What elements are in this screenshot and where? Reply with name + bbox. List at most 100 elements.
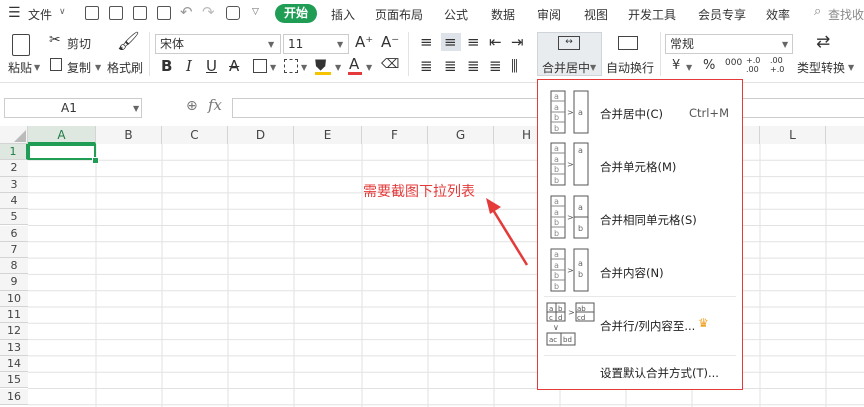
print-preview-icon[interactable] xyxy=(157,6,171,20)
align-top-icon[interactable]: ≡ xyxy=(420,33,433,51)
font-name-dropdown-icon[interactable]: ▼ xyxy=(268,40,274,49)
font-name-select[interactable]: 宋体 xyxy=(155,34,281,54)
type-convert-dropdown-icon[interactable]: ▼ xyxy=(848,63,854,72)
fill-handle[interactable] xyxy=(92,157,99,164)
redo-icon[interactable]: ↷ xyxy=(202,3,215,21)
row-header-13[interactable]: 13 xyxy=(0,339,28,356)
increase-decimal-button[interactable]: +.0 .00 xyxy=(746,56,766,74)
tab-efficiency[interactable]: 效率 xyxy=(766,6,790,23)
column-header-a[interactable]: A xyxy=(28,126,96,144)
increase-font-icon[interactable]: A⁺ xyxy=(355,33,373,51)
justify-icon[interactable]: ≣ xyxy=(489,57,502,75)
hamburger-menu-icon[interactable]: ☰ xyxy=(8,5,21,21)
type-convert-icon[interactable]: ⇄ xyxy=(816,32,830,52)
decrease-font-icon[interactable]: A⁻ xyxy=(381,33,399,51)
wrap-text-button[interactable]: 自动换行 xyxy=(606,59,654,76)
thousands-button[interactable]: 000 xyxy=(725,58,742,68)
search-label[interactable]: 查找收 xyxy=(828,6,864,23)
column-header-b[interactable]: B xyxy=(96,126,162,144)
align-middle-icon[interactable]: ≡ xyxy=(444,33,457,51)
column-header-f[interactable]: F xyxy=(362,126,428,144)
align-center-icon[interactable]: ≣ xyxy=(444,57,457,75)
copy-button[interactable]: 复制 xyxy=(67,59,91,76)
zoom-icon[interactable]: ⊕ xyxy=(186,98,198,114)
active-cell-a1[interactable] xyxy=(28,144,96,160)
cut-button[interactable]: 剪切 xyxy=(67,35,91,52)
align-bottom-icon[interactable]: ≡ xyxy=(467,33,480,51)
copy-icon[interactable] xyxy=(50,58,62,71)
print-icon[interactable] xyxy=(133,6,147,20)
font-color-icon[interactable]: A xyxy=(349,55,359,73)
name-box-dropdown-icon[interactable]: ▼ xyxy=(133,104,139,113)
quick-access-more-icon[interactable]: ▽ xyxy=(252,7,259,17)
border-dropdown-icon[interactable]: ▼ xyxy=(270,63,276,72)
fill-color-dropdown-icon[interactable]: ▼ xyxy=(335,63,341,72)
underline-icon[interactable]: U xyxy=(206,57,217,75)
row-header-8[interactable]: 8 xyxy=(0,258,28,275)
merge-dropdown-icon[interactable]: ▼ xyxy=(590,63,596,72)
tab-home[interactable]: 开始 xyxy=(275,4,317,23)
row-header-7[interactable]: 7 xyxy=(0,241,28,259)
percent-button[interactable]: % xyxy=(703,58,715,73)
row-header-16[interactable]: 16 xyxy=(0,388,28,405)
font-color-dropdown-icon[interactable]: ▼ xyxy=(366,63,372,72)
cell-style-icon[interactable] xyxy=(284,59,298,73)
menu-item-merge-cells[interactable]: aabb > a 合并单元格(M) xyxy=(538,138,741,191)
border-icon[interactable] xyxy=(253,59,267,73)
tab-page-layout[interactable]: 页面布局 xyxy=(375,6,423,23)
row-header-10[interactable]: 10 xyxy=(0,290,28,307)
export-icon[interactable] xyxy=(109,6,123,20)
number-format-select[interactable]: 常规 xyxy=(665,34,793,54)
distributed-icon[interactable]: ⫼ xyxy=(511,57,518,75)
copy-dropdown-icon[interactable]: ▼ xyxy=(95,63,101,72)
format-painter-icon[interactable]: 🖌 xyxy=(117,31,140,52)
column-header-c[interactable]: C xyxy=(162,126,228,144)
undo-icon[interactable]: ↶ xyxy=(180,3,193,21)
row-header-3[interactable]: 3 xyxy=(0,176,28,193)
paste-button[interactable]: 粘贴 xyxy=(8,59,32,76)
italic-icon[interactable]: I xyxy=(186,57,192,75)
currency-button[interactable]: ¥ xyxy=(672,58,680,73)
menu-item-merge-same-cells[interactable]: aabb > ab 合并相同单元格(S) xyxy=(538,191,741,244)
align-right-icon[interactable]: ≣ xyxy=(467,57,480,75)
tab-formula[interactable]: 公式 xyxy=(444,6,468,23)
tab-member[interactable]: 会员专享 xyxy=(698,6,746,23)
bold-icon[interactable]: B xyxy=(161,57,172,75)
paste-dropdown-icon[interactable]: ▼ xyxy=(34,63,40,72)
row-header-14[interactable]: 14 xyxy=(0,355,28,373)
row-header-2[interactable]: 2 xyxy=(0,160,28,177)
decrease-decimal-button[interactable]: .00 +.0 xyxy=(770,56,790,74)
type-convert-button[interactable]: 类型转换 xyxy=(797,59,845,76)
row-header-11[interactable]: 11 xyxy=(0,307,28,324)
tab-developer[interactable]: 开发工具 xyxy=(628,6,676,23)
menu-item-default-merge[interactable]: 设置默认合并方式(T)... xyxy=(538,358,741,386)
fx-icon[interactable]: fx xyxy=(208,96,222,114)
save-icon[interactable] xyxy=(85,6,99,20)
clear-format-icon[interactable]: ⌫ xyxy=(381,57,399,72)
menu-item-merge-row-col-content[interactable]: abcd > ab cd ∨ ac bd 合并行/列内容至... ♛ xyxy=(538,300,741,350)
menu-item-merge-center[interactable]: aabb > a 合并居中(C) Ctrl+M xyxy=(538,88,741,138)
indent-decrease-icon[interactable]: ⇤ xyxy=(489,33,502,51)
tab-review[interactable]: 审阅 xyxy=(537,6,561,23)
wrap-text-icon[interactable] xyxy=(618,36,638,50)
row-header-12[interactable]: 12 xyxy=(0,323,28,340)
column-header-d[interactable]: D xyxy=(228,126,294,144)
currency-dropdown-icon[interactable]: ▼ xyxy=(686,63,692,72)
camera-icon[interactable] xyxy=(226,6,240,20)
column-header-e[interactable]: E xyxy=(294,126,362,144)
font-size-dropdown-icon[interactable]: ▼ xyxy=(337,40,343,49)
name-box[interactable]: A1 ▼ xyxy=(4,98,142,118)
search-icon[interactable]: ⌕ xyxy=(814,4,821,19)
column-header-g[interactable]: G xyxy=(428,126,494,144)
row-header-6[interactable]: 6 xyxy=(0,225,28,242)
cell-style-dropdown-icon[interactable]: ▼ xyxy=(301,63,307,72)
scissors-icon[interactable]: ✂ xyxy=(49,32,61,48)
chevron-down-icon[interactable]: ∨ xyxy=(59,7,66,17)
row-header-15[interactable]: 15 xyxy=(0,372,28,389)
row-header-4[interactable]: 4 xyxy=(0,192,28,210)
row-header-9[interactable]: 9 xyxy=(0,274,28,291)
paste-icon[interactable] xyxy=(12,34,30,56)
strikethrough-icon[interactable]: A xyxy=(229,57,239,75)
number-format-dropdown-icon[interactable]: ▼ xyxy=(782,40,788,49)
row-header-5[interactable]: 5 xyxy=(0,209,28,226)
